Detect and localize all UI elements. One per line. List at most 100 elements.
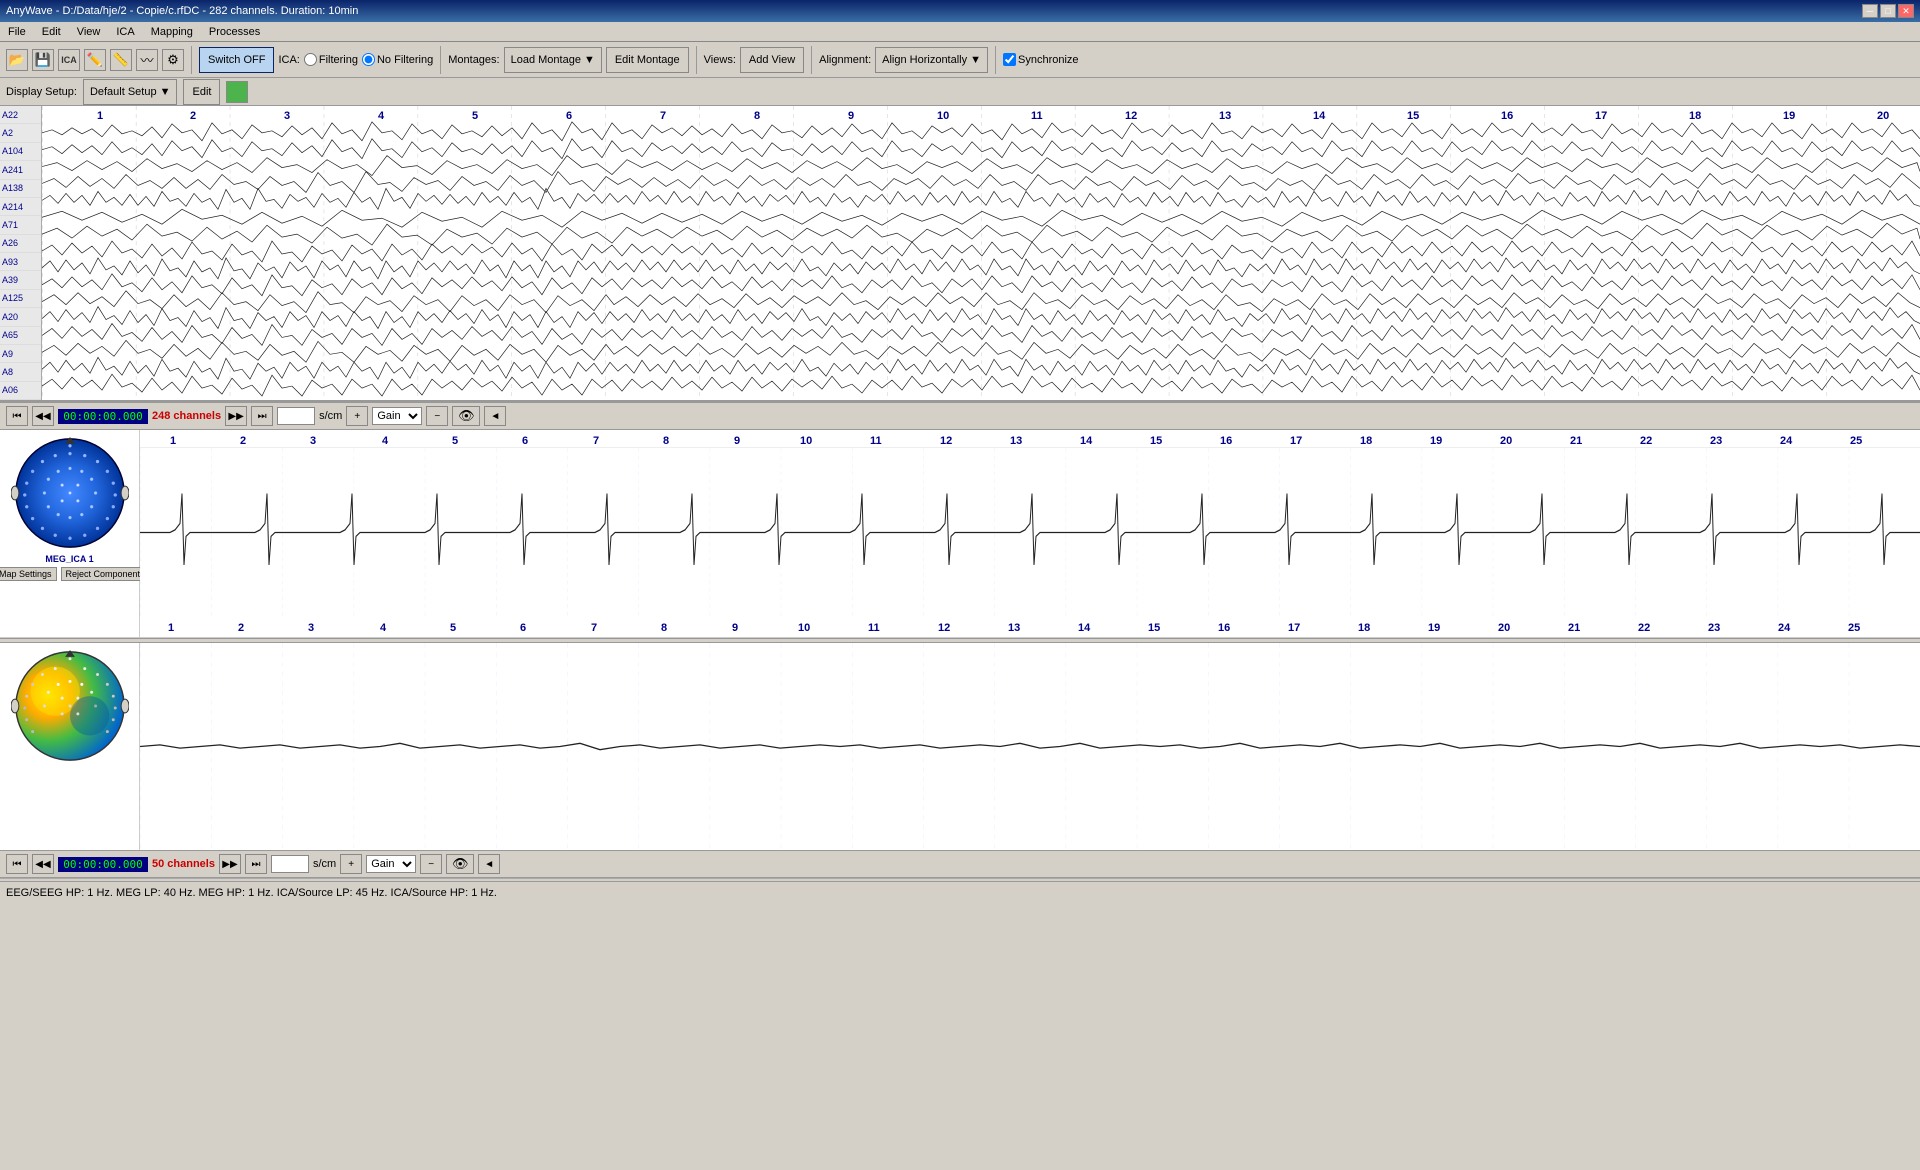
color-indicator — [226, 81, 248, 103]
top-speed-increase-button[interactable]: + — [346, 406, 368, 426]
channel-label-a214: A214 — [0, 198, 41, 216]
svg-text:14: 14 — [1313, 110, 1326, 122]
svg-text:1: 1 — [97, 110, 103, 122]
bottom-speed-increase-button[interactable]: + — [340, 854, 362, 874]
ica-icon[interactable]: ICA — [58, 49, 80, 71]
svg-text:13: 13 — [1008, 622, 1020, 634]
svg-text:19: 19 — [1430, 435, 1442, 447]
ica-1-bottom-timeline: 1 2 3 4 5 6 7 8 9 10 11 12 13 14 15 16 1 — [140, 617, 1920, 637]
no-filtering-radio[interactable] — [362, 53, 375, 66]
svg-text:22: 22 — [1640, 435, 1652, 447]
svg-text:1: 1 — [168, 622, 174, 634]
svg-text:12: 12 — [1125, 110, 1137, 122]
menu-processes[interactable]: Processes — [205, 24, 264, 40]
toolbar-icon-5[interactable]: 〰 — [136, 49, 158, 71]
channel-label-a20: A20 — [0, 308, 41, 326]
map-settings-button[interactable]: Map Settings — [0, 567, 57, 581]
titlebar: AnyWave - D:/Data/hje/2 - Copie/c.rfDC -… — [0, 0, 1920, 22]
separator-1 — [191, 46, 192, 74]
synchronize-checkbox-label[interactable]: Synchronize — [1003, 53, 1079, 66]
ica-component-1-waveform: 1 2 3 4 5 6 7 8 9 10 11 12 13 14 15 16 1 — [140, 430, 1920, 637]
svg-text:24: 24 — [1778, 622, 1791, 634]
top-arrow-left-button[interactable]: ◄ — [484, 406, 506, 426]
edit-setup-button[interactable]: Edit — [183, 79, 220, 105]
bottom-gain-minus-button[interactable]: − — [420, 854, 442, 874]
bottom-play-forward-button[interactable]: ▶▶ — [219, 854, 241, 874]
add-view-button[interactable]: Add View — [740, 47, 804, 73]
top-eye-button[interactable]: 👁 — [452, 406, 480, 426]
toolbar-icon-6[interactable]: ⚙ — [162, 49, 184, 71]
bottom-channels-count: 50 channels — [152, 858, 215, 870]
bottom-eye-button[interactable]: 👁 — [446, 854, 474, 874]
channel-label-a125: A125 — [0, 290, 41, 308]
ica-component-1-buttons: Map Settings Reject Component — [0, 566, 146, 582]
svg-text:4: 4 — [380, 622, 387, 634]
bottom-gain-dropdown[interactable]: Gain — [366, 855, 416, 873]
channel-label-a2: A2 — [0, 124, 41, 142]
skip-forward-button[interactable]: ⏭ — [251, 406, 273, 426]
window-controls[interactable]: ─ □ ✕ — [1862, 4, 1914, 18]
svg-text:7: 7 — [591, 622, 597, 634]
channel-label-a93: A93 — [0, 253, 41, 271]
svg-text:9: 9 — [732, 622, 738, 634]
play-forward-button[interactable]: ▶▶ — [225, 406, 247, 426]
svg-text:20: 20 — [1498, 622, 1510, 634]
menu-file[interactable]: File — [4, 24, 30, 40]
menu-view[interactable]: View — [73, 24, 105, 40]
display-setup-bar: Display Setup: Default Setup ▼ Edit — [0, 78, 1920, 106]
switch-off-button[interactable]: Switch OFF — [199, 47, 274, 73]
no-filtering-option[interactable]: No Filtering — [362, 53, 433, 66]
menu-ica[interactable]: ICA — [112, 24, 138, 40]
ica-component-2-panel — [0, 643, 1920, 850]
edit-montage-button[interactable]: Edit Montage — [606, 47, 689, 73]
maximize-button[interactable]: □ — [1880, 4, 1896, 18]
close-button[interactable]: ✕ — [1898, 4, 1914, 18]
rewind-to-start-button[interactable]: ⏮ — [6, 406, 28, 426]
bottom-play-back-button[interactable]: ◀◀ — [32, 854, 54, 874]
top-gain-minus-button[interactable]: − — [426, 406, 448, 426]
channel-label-a138: A138 — [0, 180, 41, 198]
toolbar: 📂 💾 ICA ✏️ 📏 〰 ⚙ Switch OFF ICA: Filteri… — [0, 42, 1920, 78]
toolbar-icon-2[interactable]: 💾 — [32, 49, 54, 71]
toolbar-icon-4[interactable]: 📏 — [110, 49, 132, 71]
align-dropdown-icon[interactable]: ▼ — [970, 54, 981, 66]
bottom-rewind-to-start-button[interactable]: ⏮ — [6, 854, 28, 874]
load-montage-button[interactable]: Load Montage ▼ — [504, 47, 602, 73]
top-gain-dropdown[interactable]: Gain — [372, 407, 422, 425]
synchronize-checkbox[interactable] — [1003, 53, 1016, 66]
ica-component-1-left: MEG_ICA 1 Map Settings Reject Component — [0, 430, 140, 637]
toolbar-icon-3[interactable]: ✏️ — [84, 49, 106, 71]
play-back-button[interactable]: ◀◀ — [32, 406, 54, 426]
bottom-speed-input[interactable]: 0.5 — [271, 855, 309, 873]
default-setup-button[interactable]: Default Setup ▼ — [83, 79, 178, 105]
minimize-button[interactable]: ─ — [1862, 4, 1878, 18]
menu-edit[interactable]: Edit — [38, 24, 65, 40]
load-montage-dropdown-icon[interactable]: ▼ — [584, 54, 595, 66]
filtering-radio[interactable] — [304, 53, 317, 66]
reject-component-button[interactable]: Reject Component — [61, 567, 146, 581]
svg-text:11: 11 — [1031, 110, 1043, 122]
svg-text:5: 5 — [450, 622, 456, 634]
filtering-option[interactable]: Filtering — [304, 53, 358, 66]
svg-text:11: 11 — [868, 622, 880, 634]
top-speed-input[interactable]: 0.4 — [277, 407, 315, 425]
svg-text:15: 15 — [1407, 110, 1419, 122]
svg-text:6: 6 — [520, 622, 526, 634]
toolbar-icon-1[interactable]: 📂 — [6, 49, 28, 71]
setup-dropdown-icon[interactable]: ▼ — [160, 86, 171, 98]
separator-5 — [995, 46, 996, 74]
ica-component-2-waveform — [140, 643, 1920, 850]
top-channels-count: 248 channels — [152, 410, 221, 422]
bottom-arrow-left-button[interactable]: ◄ — [478, 854, 500, 874]
channel-labels-list: A22 A2 A104 A241 A138 A214 A71 A26 A93 A… — [0, 106, 42, 400]
channel-label-a26: A26 — [0, 235, 41, 253]
svg-text:18: 18 — [1358, 622, 1370, 634]
align-horizontally-button[interactable]: Align Horizontally ▼ — [875, 47, 988, 73]
bottom-skip-forward-button[interactable]: ⏭ — [245, 854, 267, 874]
svg-text:20: 20 — [1877, 110, 1889, 122]
channel-label-a22: A22 — [0, 106, 41, 124]
svg-text:18: 18 — [1689, 110, 1701, 122]
menu-mapping[interactable]: Mapping — [147, 24, 197, 40]
svg-text:2: 2 — [238, 622, 244, 634]
svg-text:6: 6 — [522, 435, 528, 447]
